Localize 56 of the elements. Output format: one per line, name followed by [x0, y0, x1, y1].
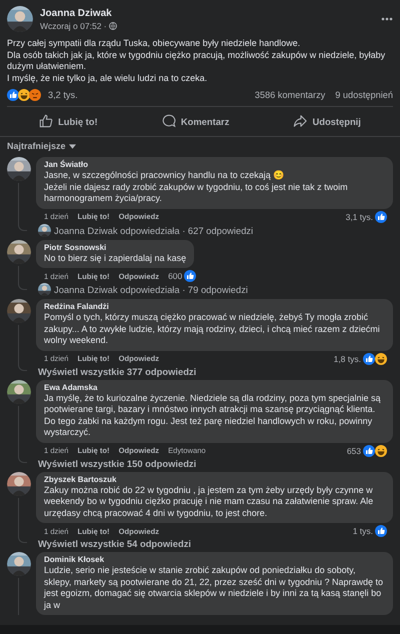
reaction-count: 600 — [168, 271, 182, 281]
author-replies-link[interactable]: Joanna Dziwak odpowiedziała · 79 odpowiedzi — [36, 282, 248, 296]
view-replies-link[interactable]: Wyświetl wszystkie 150 odpowiedzi — [36, 456, 196, 468]
share-icon — [293, 114, 308, 128]
thumb-up-icon — [39, 114, 54, 128]
like-icon — [7, 89, 19, 101]
reaction-count: 1 tys. — [352, 526, 373, 536]
comment-button[interactable]: Komentarz — [154, 112, 238, 130]
shares-count[interactable]: 9 udostępnień — [335, 90, 393, 100]
like-icon — [363, 444, 375, 456]
thread-line — [18, 498, 27, 543]
post-author[interactable]: Joanna Dziwak — [40, 8, 374, 18]
more-icon[interactable] — [381, 17, 393, 21]
comment-author[interactable]: Jan Światło — [44, 160, 385, 169]
comment-text: No to bierz się i zapierdalaj na kasę — [44, 252, 186, 264]
laugh-icon — [375, 352, 387, 364]
comment-author[interactable]: Zbyszek Bartoszuk — [44, 474, 385, 484]
angry-icon — [29, 89, 41, 101]
like-icon — [363, 352, 375, 364]
share-button[interactable]: Udostępnij — [285, 112, 369, 130]
post-text: Przy całej sympatii dla rządu Tuska, obiecywane były niedziele handlowe. — [7, 38, 302, 50]
like-button[interactable]: Lubię to! — [31, 112, 106, 130]
comment-author[interactable]: Ewa Adamska — [44, 382, 385, 392]
comment-text: Ja myślę, że to kuriozalne życzenie. Niedziele są dla rodziny, poza tym specjalnie są pootwierane targi, bazary i mnóstwo innych atrakcji ma szansę przyciągnąć klienta. Do tego żabki na każdym rogu. Jest też parę niedziel handlowych w roku, powinny wystarczyć. — [44, 392, 382, 438]
reaction-count: 1,8 tys. — [334, 354, 361, 364]
comment-text: Jeżeli nie dajesz rady zrobić zakupów w tygodniu, to coś jest nie tak z twoim harmonogramem życia/pracy. — [44, 182, 349, 204]
thread-line — [18, 183, 27, 230]
comment-text: Jasne, w szczególności pracownicy handlu na to czekają 😊 — [44, 170, 286, 182]
reaction-count: 653 — [346, 446, 361, 456]
view-replies-link[interactable]: Wyświetl wszystkie 377 odpowiedzi — [36, 364, 196, 376]
comments-count[interactable]: 3586 komentarzy — [254, 90, 326, 100]
comment-author[interactable]: Piotr Sosnowski — [44, 242, 186, 252]
like-icon — [375, 525, 387, 537]
laugh-icon — [18, 89, 30, 101]
comment-text: Ludzie, serio nie jesteście w stanie zrobić zakupów od poniedziałku do soboty, sklepy, markety są pootwierane do 21, 22, przez sześć dni w tygodniu ? Naprawdę to jest egoizm, domagać się otwarcia sklepów w niedziele i by inni za tą kasą stanęli bo ja w — [44, 565, 384, 611]
post-time[interactable]: Wczoraj o 07:52 · — [40, 20, 107, 30]
thread-line — [18, 406, 27, 462]
reaction-count[interactable]: 3,2 tys. — [48, 90, 78, 100]
author-replies-link[interactable]: Joanna Dziwak odpowiedziała · 627 odpowiedzi — [36, 222, 254, 236]
comment-text: Pomyśl o tych, którzy muszą ciężko pracować w niedzielę, żebyś Ty mogła zrobić zakupy... A to zwykłe ludzie, którzy mają rodziny, dzieci, i chcą mieć razem z dziećmi wolny weekend. — [44, 312, 381, 346]
comment-text: Zakuy można robić do 22 w tygodniu , ja jestem za tym żeby urzędy były czynne w weekendy bo w tygodniu ciężko pracuję i nie mam czasu na załatwienie spraw. Ale urzędasy chcą pracować 4 dni w tygodniu, to jest chore. — [44, 484, 374, 519]
like-icon — [375, 210, 387, 222]
comment-icon — [162, 114, 176, 128]
post-text: Dla osób takich jak ja, które w tygodniu ciężko pracują, możliwość zakupów w niedziele, byłaby dużym ułatwieniem. — [7, 50, 386, 72]
thread-line — [18, 266, 27, 290]
comment-author[interactable]: Redżina Falandżi — [44, 302, 385, 311]
globe-icon — [108, 22, 117, 30]
thread-line — [18, 325, 27, 370]
view-replies-link[interactable]: Wyświetl wszystkie 54 odpowiedzi — [36, 537, 191, 549]
laugh-icon — [375, 444, 387, 456]
post-text: I myślę, że nie tylko ja, ale wielu ludzi na to czeka. — [7, 72, 208, 84]
caret-icon[interactable] — [68, 144, 76, 148]
sort-dropdown[interactable]: Najtrafniejsze — [7, 141, 66, 151]
comment-author[interactable]: Dominik Kłosek — [44, 555, 385, 564]
like-icon — [184, 270, 196, 282]
reaction-count: 3,1 tys. — [346, 212, 373, 222]
